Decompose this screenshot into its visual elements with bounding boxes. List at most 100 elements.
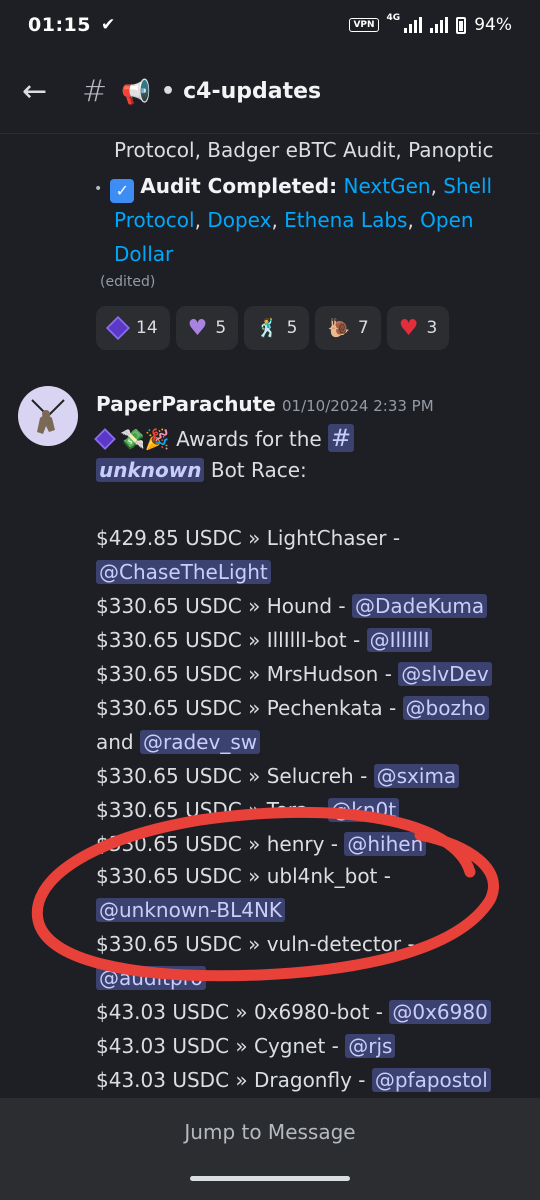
reaction-dancing[interactable]: 🕺 5	[244, 306, 310, 350]
award-amount: $330.65 USDC » Selucreh -	[96, 764, 368, 788]
awards-intro-text-2: Bot Race:	[210, 458, 307, 482]
audit-links-line: Protocol, Dopex, Ethena Labs, Open	[114, 208, 474, 232]
user-mention[interactable]: @radev_sw	[140, 730, 261, 754]
link-shell-protocol-2[interactable]: Protocol	[114, 208, 195, 232]
audit-links-line-2: Dollar	[114, 242, 173, 266]
avatar-parachute-icon	[31, 399, 65, 434]
reaction-red-heart[interactable]: ♥ 3	[386, 306, 450, 350]
jump-bar: Jump to Message	[0, 1098, 540, 1200]
purple-cube-icon	[105, 315, 131, 341]
user-mention[interactable]: @rjs	[345, 1034, 396, 1058]
message-author[interactable]: PaperParachute	[96, 392, 276, 416]
purple-cube-icon	[94, 428, 116, 450]
snail-icon: 🐌	[327, 317, 350, 339]
status-bar: 01:15 ✔ VPN 4G 94%	[0, 0, 540, 50]
user-mention[interactable]: @auditpro	[96, 966, 206, 990]
award-amount: $43.03 USDC » 0x6980-bot -	[96, 1000, 384, 1024]
reaction-snail[interactable]: 🐌 7	[315, 306, 381, 350]
user-mention[interactable]: @sxima	[373, 764, 460, 788]
user-mention[interactable]: @IllIllI	[366, 628, 433, 652]
user-mention[interactable]: @slvDev	[398, 662, 492, 686]
link-shell-protocol[interactable]: Shell	[443, 174, 492, 198]
reaction-count: 14	[136, 318, 158, 338]
user-mention[interactable]: @0x6980	[389, 1000, 491, 1024]
channel-hash-mention[interactable]: #	[328, 424, 355, 452]
link-dopex[interactable]: Dopex	[207, 208, 271, 232]
award-amount: and	[96, 730, 134, 754]
message-timestamp: 01/10/2024 2:33 PM	[282, 397, 434, 415]
award-line: $330.65 USDC » MrsHudson - @slvDev	[96, 662, 492, 686]
award-line: $43.03 USDC » Dragonfly - @pfapostol	[96, 1068, 491, 1092]
audit-label: Audit Completed:	[140, 174, 338, 198]
user-mention[interactable]: @ChaseTheLight	[96, 560, 271, 584]
check-box-icon: ✓	[110, 179, 135, 203]
link-nextgen[interactable]: NextGen	[343, 174, 430, 198]
reaction-count: 5	[215, 318, 227, 338]
battery-icon	[456, 16, 467, 34]
battery-percent: 94%	[474, 15, 512, 35]
award-line: $330.65 USDC » Selucreh - @sxima	[96, 764, 460, 788]
award-line: $330.65 USDC » IllIllI-bot - @IllIllI	[96, 628, 433, 652]
vpn-badge: VPN	[349, 18, 379, 32]
network-type: 4G	[386, 13, 401, 23]
avatar[interactable]	[18, 386, 78, 446]
user-mention[interactable]: @hihen	[344, 832, 427, 856]
award-amount: $43.03 USDC » Dragonfly -	[96, 1068, 366, 1092]
comma: ,	[407, 208, 421, 232]
status-time: 01:15	[28, 14, 91, 36]
signal-icon-2	[430, 17, 449, 33]
reaction-count: 7	[357, 318, 369, 338]
award-line: $330.65 USDC » Hound - @DadeKuma	[96, 594, 488, 618]
reaction-purple-heart[interactable]: ♥ 5	[175, 306, 239, 350]
award-amount: $330.65 USDC » IllIllI-bot -	[96, 628, 361, 652]
channel-mention-unknown[interactable]: unknown	[96, 458, 205, 482]
award-line: and @radev_sw	[96, 730, 261, 754]
message-text-line: Protocol, Badger eBTC Audit, Panoptic	[114, 138, 494, 162]
award-line: $330.65 USDC » Pechenkata - @bozho	[96, 696, 489, 720]
edited-label: (edited)	[100, 274, 156, 290]
channel-title[interactable]: c4-updates	[183, 79, 321, 104]
award-line: $43.03 USDC » 0x6980-bot - @0x6980	[96, 1000, 491, 1024]
award-amount: $330.65 USDC » Pechenkata -	[96, 696, 397, 720]
award-line: @ChaseTheLight	[96, 560, 271, 584]
dancing-person-icon: 🕺	[256, 317, 279, 339]
red-heart-icon: ♥	[398, 315, 419, 341]
comma: ,	[194, 208, 208, 232]
link-ethena-labs[interactable]: Ethena Labs	[284, 208, 407, 232]
reaction-count: 3	[426, 318, 438, 338]
award-line: $43.03 USDC » Cygnet - @rjs	[96, 1034, 396, 1058]
jump-to-message-button[interactable]: Jump to Message	[0, 1120, 540, 1144]
link-open-dollar[interactable]: Open	[420, 208, 473, 232]
purple-heart-icon: ♥	[187, 315, 208, 341]
award-line: @unknown-BL4NK	[96, 898, 286, 922]
user-mention[interactable]: @DadeKuma	[351, 594, 488, 618]
money-party-emojis: 💸🎉	[120, 427, 170, 451]
user-mention[interactable]: @pfapostol	[371, 1068, 491, 1092]
award-line: $330.65 USDC » vuln-detector -	[96, 932, 415, 956]
award-line: $330.65 USDC » ubl4nk_bot -	[96, 864, 391, 888]
arrow-left-icon[interactable]: ←	[22, 74, 62, 109]
user-mention[interactable]: @unknown-BL4NK	[96, 898, 286, 922]
award-amount: $330.65 USDC » henry -	[96, 832, 339, 856]
award-amount: $330.65 USDC » vuln-detector -	[96, 932, 415, 956]
signal-icon	[404, 17, 423, 33]
channel-hash-icon: #	[82, 74, 108, 109]
awards-intro-line-2: unknown Bot Race:	[96, 458, 307, 482]
comma: ,	[430, 174, 444, 198]
award-line: @auditpro	[96, 966, 206, 990]
award-line: $330.65 USDC » henry - @hihen	[96, 832, 427, 856]
awards-intro-line: 💸🎉 Awards for the #	[94, 424, 355, 452]
separator-dot: •	[161, 79, 176, 104]
message-list[interactable]: Protocol, Badger eBTC Audit, Panoptic • ✓…	[0, 134, 540, 1098]
award-amount: $330.65 USDC » Tera -	[96, 798, 322, 822]
reaction-purple-cube[interactable]: 14	[96, 306, 170, 350]
home-indicator[interactable]	[190, 1176, 350, 1181]
award-amount: $43.03 USDC » Cygnet -	[96, 1034, 339, 1058]
award-line: $330.65 USDC » Tera - @kn0t	[96, 798, 400, 822]
award-amount: $429.85 USDC » LightChaser -	[96, 526, 401, 550]
link-open-dollar-2[interactable]: Dollar	[114, 242, 173, 266]
award-amount: $330.65 USDC » MrsHudson -	[96, 662, 392, 686]
user-mention[interactable]: @bozho	[402, 696, 489, 720]
user-mention[interactable]: @kn0t	[328, 798, 400, 822]
check-icon: ✔	[100, 15, 116, 35]
